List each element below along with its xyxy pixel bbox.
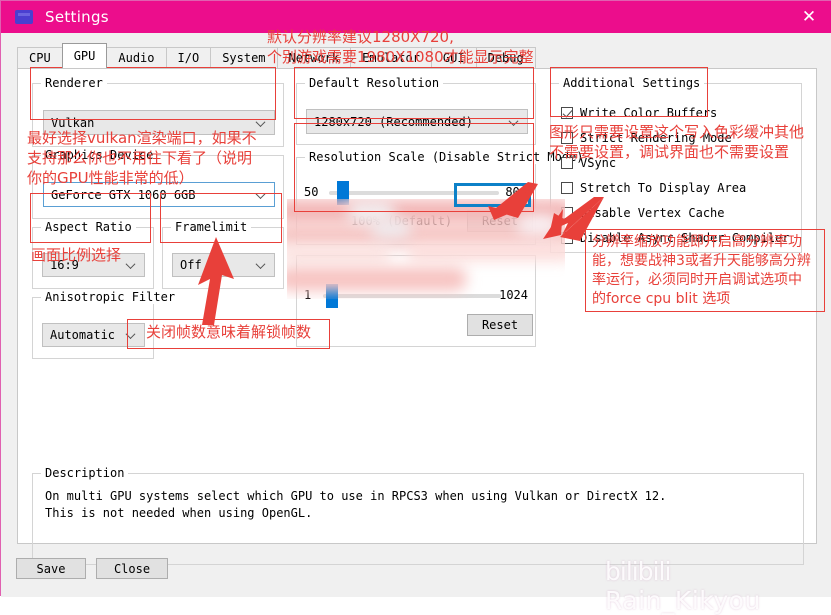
- resolution-scale-legend: Resolution Scale (Disable Strict Mode): [305, 150, 588, 164]
- checkbox-write-color-buffers[interactable]: Write Color Buffers: [561, 106, 717, 120]
- tab-cpu[interactable]: CPU: [17, 47, 63, 68]
- resolution-scale-handle[interactable]: [337, 181, 349, 205]
- graphics-device-legend: Graphics Device: [41, 148, 158, 162]
- settings-window: Settings ✕ CPU GPU Audio I/O System Netw…: [0, 0, 831, 615]
- checkbox-vsync[interactable]: VSync: [561, 156, 616, 170]
- redacted-slider-track[interactable]: [323, 294, 501, 298]
- resolution-scale-min: 50: [304, 185, 319, 199]
- redacted-slider-max: 1024: [499, 288, 528, 302]
- checkbox-label: Disable Vertex Cache: [580, 206, 725, 220]
- checkbox-label: VSync: [580, 156, 617, 170]
- checkbox-disable-async-shader-compiler[interactable]: Disable Async Shader Compiler: [561, 231, 790, 245]
- graphics-device-value: GeForce GTX 1060 6GB: [51, 187, 196, 202]
- chevron-down-icon: [257, 189, 266, 198]
- framelimit-combo[interactable]: Off: [172, 253, 275, 277]
- graphics-device-combo[interactable]: GeForce GTX 1060 6GB: [43, 182, 275, 207]
- save-button[interactable]: Save: [16, 558, 86, 579]
- resolution-scale-reset-button[interactable]: Reset: [467, 210, 533, 232]
- anisotropic-filter-legend: Anisotropic Filter: [41, 290, 180, 304]
- tab-network[interactable]: Network: [276, 47, 352, 68]
- resolution-scale-value: 100% (Default): [351, 214, 453, 228]
- description-text: On multi GPU systems select which GPU to…: [45, 489, 667, 520]
- default-resolution-value: 1280x720 (Recommended): [314, 114, 473, 129]
- resolution-scale-group: Resolution Scale (Disable Strict Mode) 5…: [296, 150, 588, 245]
- checkbox-label: Disable Async Shader Compiler: [580, 231, 790, 245]
- description-group: Description On multi GPU systems select …: [32, 466, 804, 565]
- close-button[interactable]: Close: [96, 558, 168, 579]
- tab-system[interactable]: System: [210, 47, 278, 68]
- checkbox-unchecked-icon: [561, 157, 573, 169]
- redacted-slider-min: 1: [304, 288, 312, 302]
- aspect-ratio-value: 16:9: [50, 258, 79, 272]
- redacted-slider-handle[interactable]: [326, 284, 338, 308]
- redacted-reset-button[interactable]: Reset: [467, 314, 533, 336]
- renderer-combo[interactable]: Vulkan: [43, 110, 275, 135]
- title-bar: Settings ✕: [1, 1, 831, 33]
- tab-emulator[interactable]: Emulator: [350, 47, 432, 68]
- chevron-down-icon: [127, 330, 136, 339]
- framelimit-group: Framelimit Off: [162, 220, 284, 289]
- settings-app-icon: [15, 10, 33, 24]
- checkbox-label: Write Color Buffers: [580, 106, 718, 120]
- close-icon[interactable]: ✕: [786, 1, 831, 33]
- chevron-down-icon: [257, 260, 266, 269]
- additional-settings-group: Additional Settings Write Color Buffers …: [550, 76, 802, 253]
- additional-settings-legend: Additional Settings: [559, 76, 705, 90]
- renderer-value: Vulkan: [51, 115, 95, 130]
- redacted-setting-group: 1 1024 Reset: [296, 255, 536, 347]
- framelimit-legend: Framelimit: [171, 220, 252, 234]
- resolution-scale-max: 800: [505, 185, 527, 199]
- tab-audio[interactable]: Audio: [106, 47, 167, 68]
- aspect-ratio-group: Aspect Ratio 16:9: [32, 220, 154, 289]
- aspect-ratio-combo[interactable]: 16:9: [42, 253, 145, 277]
- anisotropic-filter-value: Automatic: [50, 328, 116, 342]
- anisotropic-filter-group: Anisotropic Filter Automatic: [32, 290, 180, 359]
- checkbox-label: Stretch To Display Area: [580, 181, 747, 195]
- resolution-scale-track[interactable]: [329, 191, 499, 195]
- checkbox-disable-vertex-cache[interactable]: Disable Vertex Cache: [561, 206, 725, 220]
- graphics-device-group: Graphics Device GeForce GTX 1060 6GB: [32, 148, 284, 219]
- description-legend: Description: [41, 466, 129, 480]
- checkbox-unchecked-icon: [561, 182, 573, 194]
- checkbox-unchecked-icon: [561, 132, 573, 144]
- renderer-group: Renderer Vulkan: [32, 76, 284, 147]
- chevron-down-icon: [127, 260, 136, 269]
- checkbox-unchecked-icon: [561, 207, 573, 219]
- default-resolution-legend: Default Resolution: [305, 76, 444, 90]
- aspect-ratio-legend: Aspect Ratio: [41, 220, 136, 234]
- gpu-tab-page: Renderer Vulkan Graphics Device GeForce …: [17, 68, 817, 565]
- window-body: CPU GPU Audio I/O System Network Emulato…: [1, 33, 831, 597]
- checkbox-unchecked-icon: [561, 232, 573, 244]
- checkbox-strict-rendering-mode[interactable]: Strict Rendering Mode: [561, 131, 732, 145]
- window-title: Settings: [45, 8, 109, 26]
- tab-gui[interactable]: GUI: [430, 47, 477, 68]
- framelimit-value: Off: [180, 258, 202, 272]
- chevron-down-icon: [257, 117, 266, 126]
- anisotropic-filter-combo[interactable]: Automatic: [42, 323, 145, 347]
- tab-gpu[interactable]: GPU: [61, 43, 108, 68]
- checkbox-checked-icon: [561, 107, 573, 119]
- tab-io[interactable]: I/O: [165, 47, 212, 68]
- tab-bar: CPU GPU Audio I/O System Network Emulato…: [17, 43, 536, 68]
- checkbox-label: Strict Rendering Mode: [580, 131, 732, 145]
- tab-debug[interactable]: Debug: [475, 47, 536, 68]
- chevron-down-icon: [510, 116, 519, 125]
- checkbox-stretch-to-display-area[interactable]: Stretch To Display Area: [561, 181, 746, 195]
- renderer-legend: Renderer: [41, 76, 107, 90]
- default-resolution-group: Default Resolution 1280x720 (Recommended…: [296, 76, 536, 145]
- default-resolution-combo[interactable]: 1280x720 (Recommended): [306, 109, 528, 134]
